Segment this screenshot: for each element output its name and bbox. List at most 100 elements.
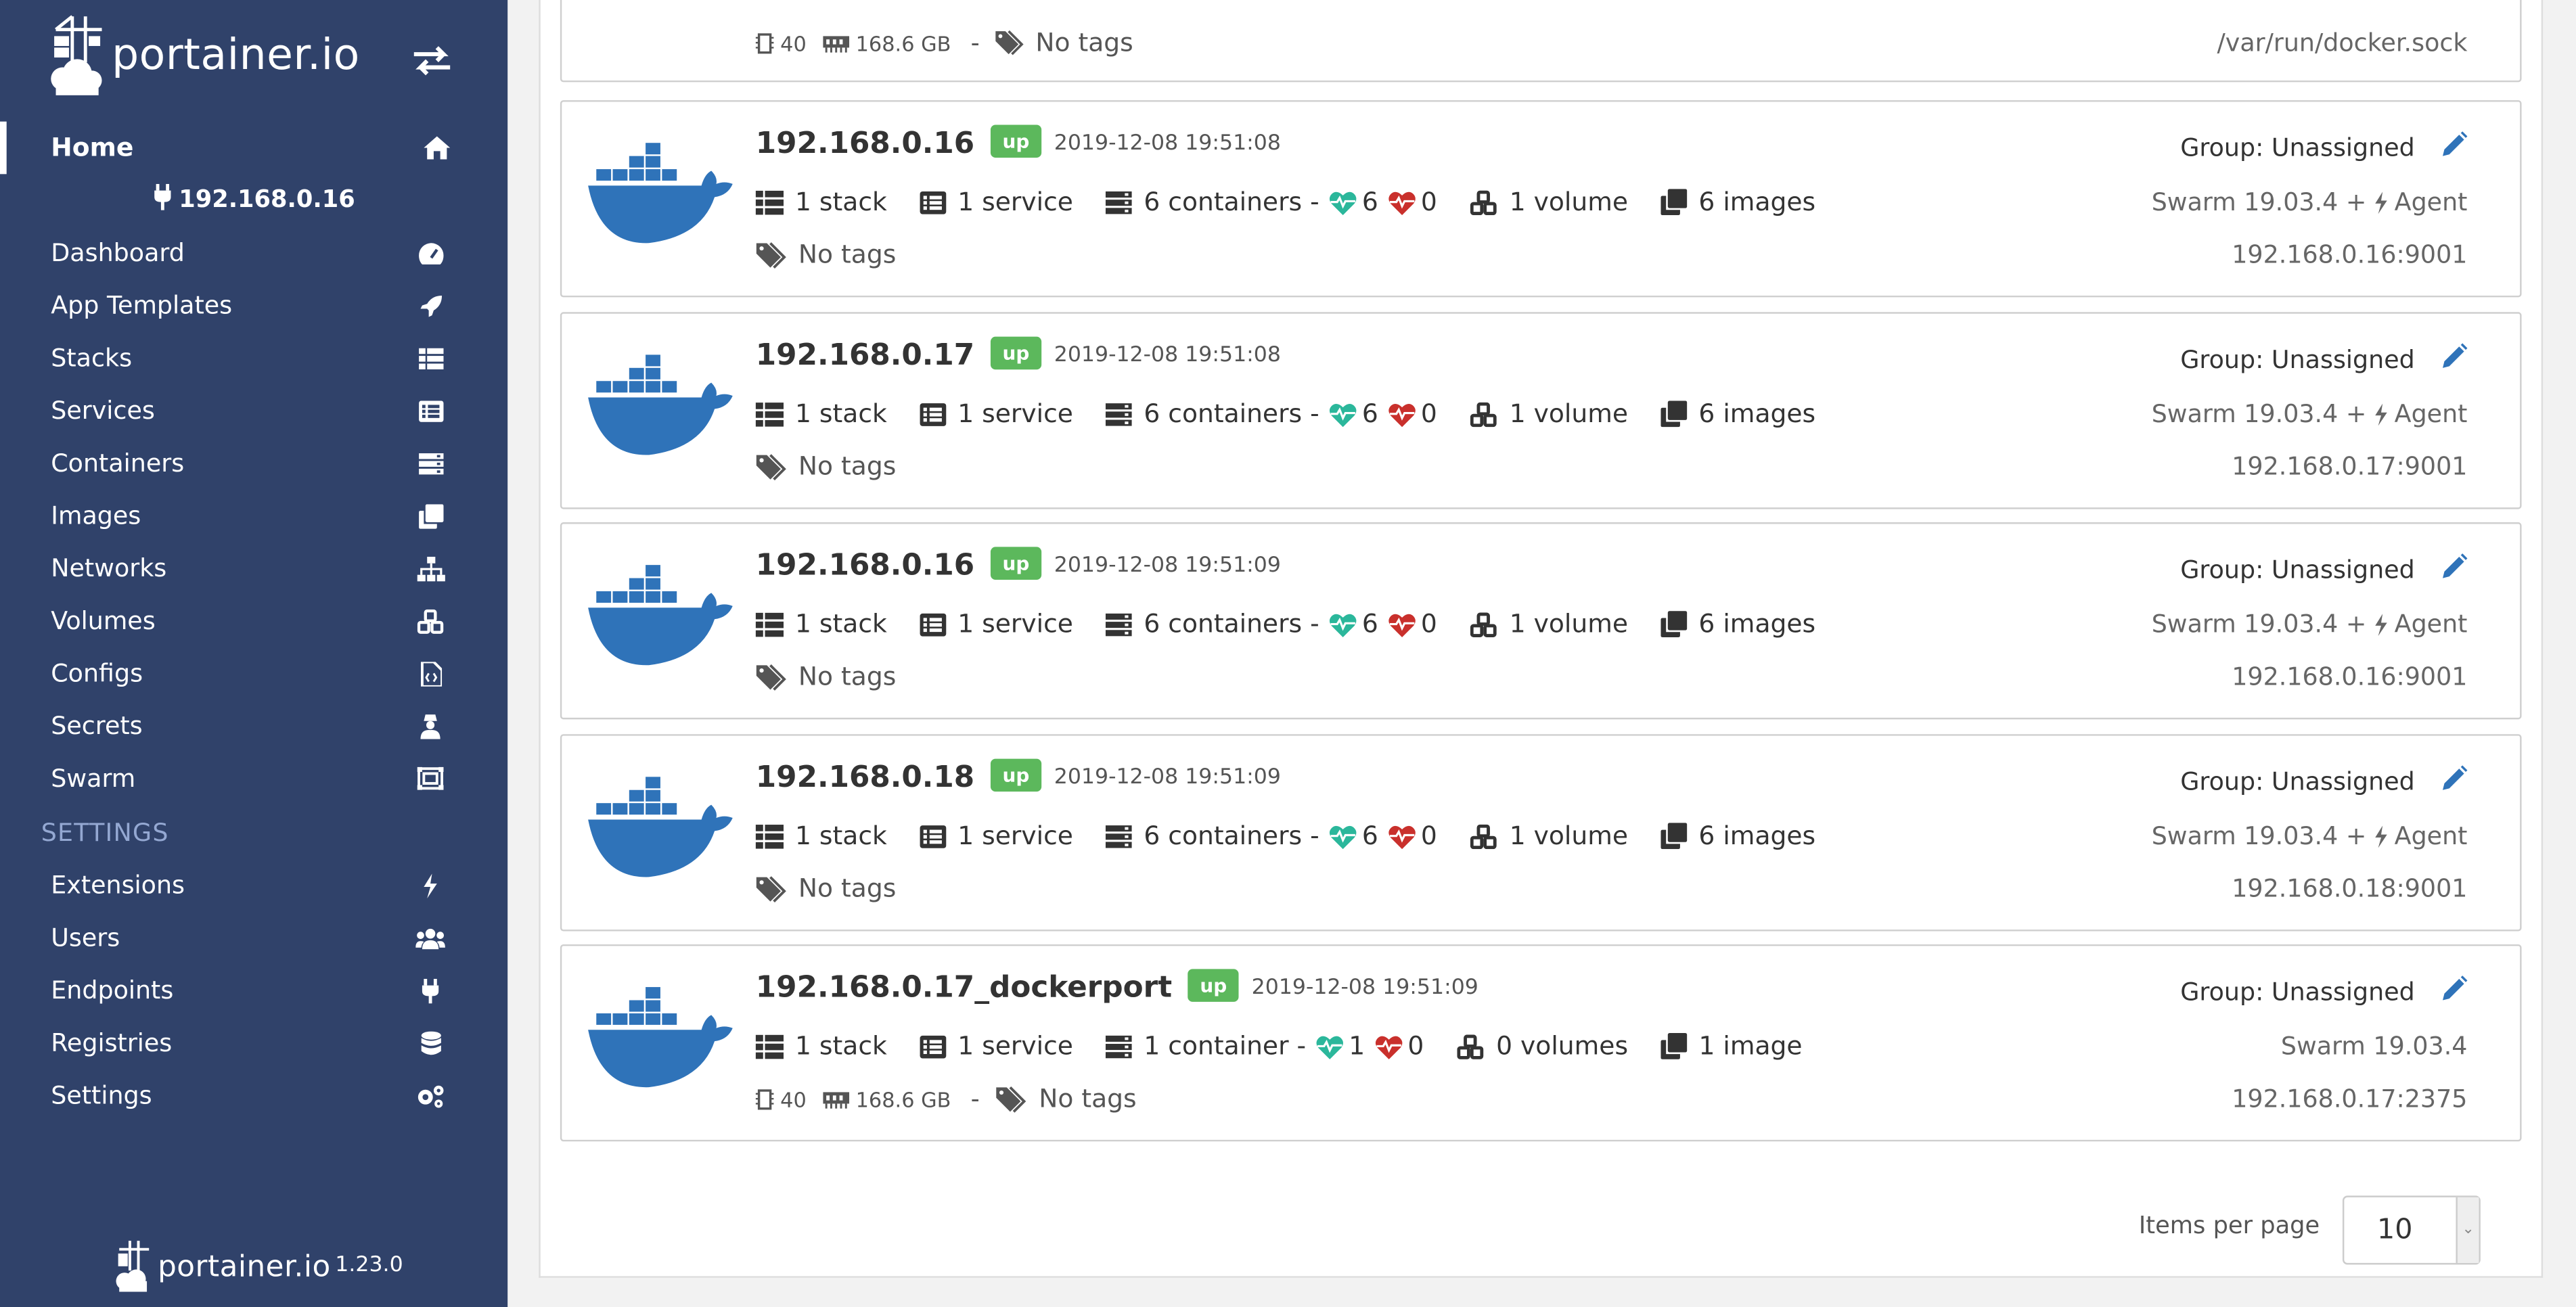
container-count: 6 containers - — [1106, 610, 1319, 639]
endpoint-group: Group: Unassigned — [2180, 131, 2468, 164]
service-count: 1 service — [920, 610, 1073, 639]
endpoint-card[interactable]: 192.168.0.16 up 2019-12-08 19:51:09 1 stack… — [560, 522, 2522, 720]
sidebar-item-users[interactable]: Users — [0, 911, 507, 964]
sidebar-item-settings[interactable]: Settings — [0, 1069, 507, 1122]
cpu-count: 40 — [755, 1086, 807, 1111]
endpoint-card[interactable]: 192.168.0.17 up 2019-12-08 19:51:08 1 stack… — [560, 312, 2522, 509]
unhealthy-count: 0 — [1388, 821, 1447, 851]
pencil-icon — [2443, 765, 2468, 790]
tags-icon — [756, 875, 786, 902]
sidebar-item-containers[interactable]: Containers — [0, 437, 507, 490]
service-count: 1 service — [920, 1032, 1073, 1061]
sidebar-item-dashboard[interactable]: Dashboard — [0, 227, 507, 279]
endpoint-title: 192.168.0.16 up 2019-12-08 19:51:09 — [756, 547, 1281, 583]
list-alt-icon — [920, 402, 947, 426]
edit-endpoint-button[interactable] — [2441, 131, 2468, 164]
items-per-page-value: 10 — [2376, 1214, 2413, 1247]
image-count: 6 images — [1660, 399, 1815, 429]
endpoint-name: 192.168.0.17 — [755, 338, 975, 373]
tags-label: No tags — [798, 451, 897, 482]
sidebar-item-services[interactable]: Services — [0, 384, 507, 437]
chevron-down-icon: ⌄ — [2456, 1197, 2479, 1263]
stack-count: 1 stack — [755, 399, 887, 429]
heartbeat-healthy-icon — [1330, 191, 1357, 214]
sidebar-item-label: Configs — [51, 658, 143, 689]
volume-count: 1 volume — [1470, 821, 1628, 851]
edit-endpoint-button[interactable] — [2441, 976, 2468, 1009]
endpoint-card-local[interactable]: 40 168.6 GB - No tags /var/run/docker.so… — [560, 0, 2522, 83]
endpoint-timestamp: 2019-12-08 19:51:09 — [1054, 765, 1281, 790]
sidebar-item-swarm[interactable]: Swarm — [0, 752, 507, 805]
status-badge: up — [1188, 969, 1239, 1002]
file-code-icon — [415, 659, 445, 689]
sidebar-item-volumes[interactable]: Volumes — [0, 595, 507, 647]
endpoint-tags: 40 168.6 GB - No tags — [755, 1084, 1137, 1114]
sidebar-item-label: Images — [51, 501, 141, 531]
endpoint-card[interactable]: 192.168.0.16 up 2019-12-08 19:51:08 1 stack… — [560, 100, 2522, 298]
server-icon — [1106, 190, 1133, 214]
docker-whale-icon — [588, 987, 733, 1088]
endpoint-name: 192.168.0.18 — [755, 760, 975, 796]
endpoint-stats: 1 stack 1 service 6 containers - 60 1 volume… — [755, 821, 1849, 851]
user-secret-icon — [415, 711, 445, 741]
endpoint-engine: Swarm 19.03.4 — [2280, 1031, 2468, 1061]
edit-endpoint-button[interactable] — [2441, 553, 2468, 587]
endpoint-tags: No tags — [756, 451, 897, 482]
items-per-page-select[interactable]: 10 ⌄ — [2342, 1195, 2481, 1265]
footer-brand-name: portainer.io — [158, 1249, 331, 1284]
endpoint-name: 192.168.0.16 — [755, 126, 975, 161]
stack-count: 1 stack — [755, 187, 887, 216]
list-alt-icon — [415, 396, 445, 426]
sidebar-item-app-templates[interactable]: App Templates — [0, 279, 507, 332]
tags-icon — [756, 241, 786, 268]
memory-size: 168.6 GB — [823, 30, 951, 55]
sidebar-item-label: App Templates — [51, 290, 233, 321]
heartbeat-unhealthy-icon — [1388, 403, 1416, 426]
volume-count: 1 volume — [1470, 610, 1628, 639]
exchange-icon[interactable] — [411, 43, 453, 78]
sidebar-item-secrets[interactable]: Secrets — [0, 700, 507, 752]
database-icon — [415, 1028, 445, 1058]
edit-endpoint-button[interactable] — [2441, 343, 2468, 376]
sidebar-item-networks[interactable]: Networks — [0, 542, 507, 595]
memory-size: 168.6 GB — [823, 1086, 951, 1111]
tags-label: No tags — [798, 239, 897, 270]
endpoint-card[interactable]: 192.168.0.18 up 2019-12-08 19:51:09 1 stack… — [560, 734, 2522, 932]
endpoint-card[interactable]: 192.168.0.17_dockerport up 2019-12-08 19:5… — [560, 944, 2522, 1142]
memory-icon — [823, 1091, 849, 1108]
brand-name: portainer.io — [112, 31, 360, 81]
current-endpoint-name: 192.168.0.16 — [179, 187, 355, 214]
healthy-count: 6 — [1329, 610, 1388, 639]
brand-logo[interactable]: portainer.io — [49, 10, 360, 102]
sidebar-item-endpoints[interactable]: Endpoints — [0, 964, 507, 1017]
tags-label: No tags — [798, 873, 897, 904]
bolt-icon — [2374, 613, 2387, 635]
sidebar-item-home[interactable]: Home — [0, 121, 507, 175]
sidebar-item-stacks[interactable]: Stacks — [0, 331, 507, 384]
sidebar-item-extensions[interactable]: Extensions — [0, 859, 507, 912]
endpoint-engine: Swarm 19.03.4 + Agent — [2151, 609, 2468, 639]
docker-whale-icon — [588, 777, 733, 877]
endpoint-group: Group: Unassigned — [2180, 553, 2468, 587]
endpoint-url: 192.168.0.17:9001 — [2232, 451, 2468, 482]
sidebar-item-configs[interactable]: Configs — [0, 647, 507, 700]
sidebar-item-images[interactable]: Images — [0, 489, 507, 542]
endpoint-stats: 1 stack 1 service 6 containers - 60 1 volume… — [755, 399, 1849, 429]
sidebar-item-registries[interactable]: Registries — [0, 1017, 507, 1070]
sidebar-item-label: Endpoints — [51, 976, 174, 1005]
endpoint-group: Group: Unassigned — [2180, 343, 2468, 376]
endpoint-timestamp: 2019-12-08 19:51:09 — [1054, 553, 1281, 578]
endpoint-engine: Swarm 19.03.4 + Agent — [2151, 398, 2468, 429]
portainer-logo-icon — [116, 1241, 150, 1292]
cpu-count: 40 — [755, 30, 807, 55]
sidebar-item-label: Users — [51, 923, 120, 953]
bolt-icon — [415, 871, 445, 900]
list-alt-icon — [920, 1034, 947, 1058]
healthy-count: 6 — [1329, 187, 1388, 216]
edit-endpoint-button[interactable] — [2441, 765, 2468, 798]
endpoint-group: Group: Unassigned — [2180, 765, 2468, 798]
pencil-icon — [2443, 553, 2468, 578]
unhealthy-count: 0 — [1388, 399, 1447, 429]
th-list-icon — [755, 612, 784, 637]
docker-whale-icon — [588, 354, 733, 455]
